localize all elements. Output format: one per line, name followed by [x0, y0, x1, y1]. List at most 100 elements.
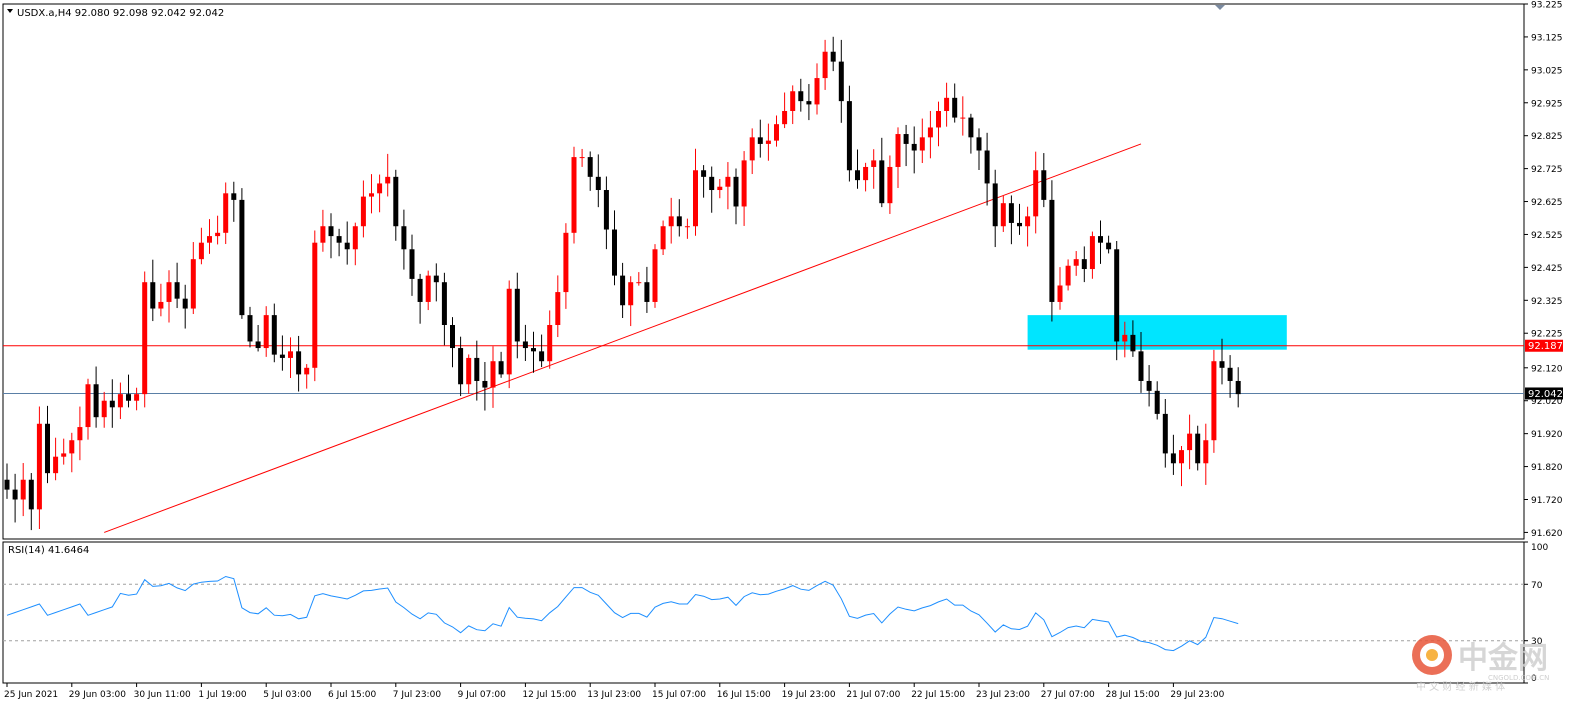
support-zone	[1027, 315, 1287, 350]
time-tick-label: 23 Jul 23:00	[976, 690, 1030, 700]
time-tick-label: 16 Jul 15:00	[717, 690, 771, 700]
candle-body	[1041, 170, 1047, 200]
candle-body	[304, 367, 310, 375]
candle-body	[166, 282, 172, 302]
candle-body	[1057, 285, 1063, 302]
level-price-tag-text: 92.187	[1528, 341, 1563, 352]
candle-body	[109, 400, 115, 408]
rsi-panel-frame	[2, 541, 1525, 684]
price-tick-label: 91.620	[1531, 529, 1563, 539]
candle-body	[474, 357, 480, 381]
candle-body	[871, 160, 877, 167]
price-axis: 93.225 93.125 93.025 92.925 92.825 92.725 92.6…	[1524, 1, 1563, 539]
candle-body	[1025, 216, 1031, 227]
candle-body	[701, 170, 707, 177]
candle-body	[198, 242, 204, 260]
candle-body	[1211, 361, 1217, 441]
price-tick-label: 92.425	[1531, 264, 1563, 274]
candle-body	[385, 176, 391, 184]
candle-body	[1000, 203, 1006, 227]
candle-body	[377, 183, 383, 194]
price-tick-label: 93.125	[1531, 33, 1563, 43]
candle-body	[1089, 236, 1095, 270]
candle-body	[903, 134, 909, 144]
watermark-domain: CNGOLD.COM.CN	[1488, 674, 1549, 682]
watermark-logo: 中金网 CNGOLD.COM.CN 中 文 财 经 新 媒 体	[1412, 635, 1549, 693]
candle-body	[944, 97, 950, 111]
candle-body	[1073, 259, 1079, 266]
candle-body	[717, 186, 723, 191]
candle-body	[174, 282, 180, 299]
price-tick-label: 92.325	[1531, 297, 1563, 307]
candle-body	[69, 440, 75, 454]
candle-body	[830, 51, 836, 62]
time-tick-label: 28 Jul 15:00	[1106, 690, 1160, 700]
candle-body	[668, 216, 674, 227]
candle-body	[360, 196, 366, 227]
time-axis: 25 Jun 2021 29 Jun 03:00 30 Jun 11:00 1 Jul…	[4, 683, 1225, 700]
time-tick-label: 25 Jun 2021	[4, 690, 58, 700]
candle-body	[150, 282, 156, 309]
candle-body	[603, 190, 609, 230]
candle-body	[976, 137, 982, 151]
candle-body	[749, 137, 755, 161]
candle-body	[636, 282, 642, 284]
candle-body	[879, 160, 885, 204]
candle-body	[547, 325, 553, 362]
candle-body	[652, 249, 658, 302]
time-tick-label: 15 Jul 07:00	[652, 690, 706, 700]
candle-body	[1219, 361, 1225, 368]
candle-body	[369, 193, 374, 197]
candle-body	[134, 394, 140, 401]
time-tick-label: 21 Jul 07:00	[846, 690, 900, 700]
rsi-label: RSI(14) 41.6464	[8, 545, 89, 556]
candle-body	[207, 236, 212, 243]
candle-body	[1017, 222, 1022, 227]
candle-body	[61, 453, 67, 457]
candle-body	[1098, 236, 1103, 243]
candle-body	[539, 351, 545, 362]
price-tick-label: 93.025	[1531, 66, 1563, 76]
candle-body	[765, 140, 771, 144]
candle-body	[514, 288, 520, 342]
watermark-slogan: 中 文 财 经 新 媒 体	[1416, 680, 1505, 693]
candle-body	[393, 176, 399, 227]
watermark-brand: 中金网	[1458, 641, 1548, 676]
candle-body	[757, 137, 763, 144]
price-tick-label: 93.225	[1531, 1, 1563, 11]
candle-body	[482, 380, 488, 388]
time-tick-label: 19 Jul 23:00	[782, 690, 836, 700]
price-tick-label: 92.725	[1531, 165, 1563, 175]
price-tick-label: 91.920	[1531, 430, 1563, 440]
candle-body	[563, 232, 569, 293]
candle-body	[239, 199, 245, 316]
candle-body	[595, 176, 601, 191]
candle-body	[1146, 380, 1152, 391]
candle-body	[36, 423, 42, 510]
candle-body	[126, 394, 131, 401]
candle-body	[1227, 367, 1233, 381]
candle-body	[1170, 453, 1176, 464]
candle-body	[12, 489, 18, 500]
candle-body	[117, 394, 123, 408]
candle-body	[587, 157, 593, 177]
candle-body	[968, 117, 974, 138]
candle-body	[1114, 249, 1120, 342]
price-tick-label: 91.720	[1531, 496, 1563, 506]
candle-body	[522, 341, 528, 349]
candle-body	[725, 176, 731, 187]
price-tick-label: 92.625	[1531, 198, 1563, 208]
rsi-tick-label: 100	[1531, 543, 1548, 553]
candle-body	[1203, 440, 1209, 464]
candle-body	[433, 275, 439, 283]
candle-body	[571, 157, 577, 233]
candle-body	[693, 170, 698, 227]
price-tick-label: 92.825	[1531, 132, 1563, 142]
candle-body	[417, 278, 423, 302]
candle-body	[506, 288, 512, 375]
time-tick-label: 27 Jul 07:00	[1041, 690, 1095, 700]
time-tick-label: 5 Jul 03:00	[263, 690, 312, 700]
candle-body	[158, 301, 164, 309]
candle-body	[20, 479, 26, 500]
candle-body	[1049, 199, 1055, 302]
